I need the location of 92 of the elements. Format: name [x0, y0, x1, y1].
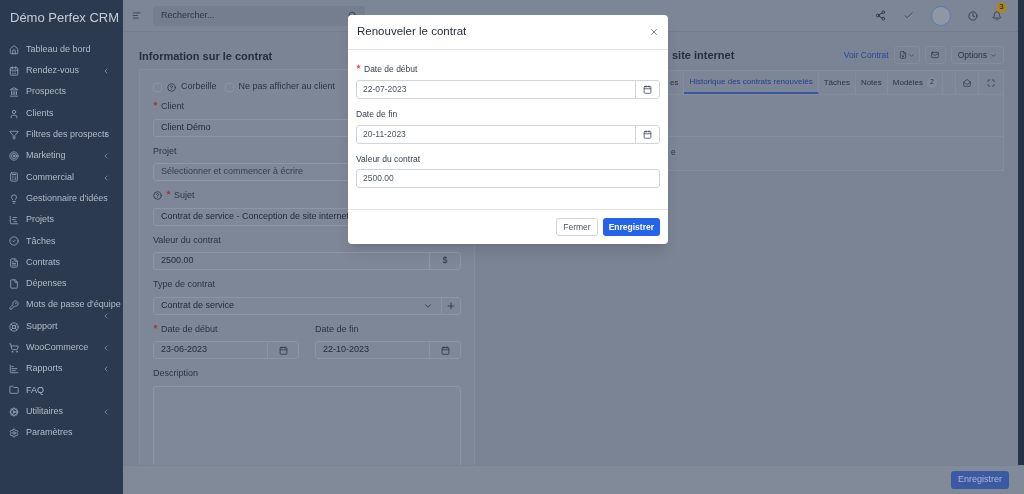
calendar-icon[interactable]: [440, 345, 450, 355]
brand-title: Démo Perfex CRM: [9, 9, 121, 28]
key-icon: [9, 300, 19, 311]
section-title: Information sur le contrat: [139, 49, 274, 62]
save-button[interactable]: Enregistrer: [602, 218, 660, 237]
contract-title: site internet: [672, 47, 735, 63]
settings-icon: [9, 428, 19, 438]
text-input[interactable]: 2500.00: [356, 169, 660, 189]
pdf-dropdown-button[interactable]: [893, 46, 920, 64]
document-icon: [9, 257, 19, 268]
sidebar-item[interactable]: Commercial: [0, 166, 123, 189]
notification-badge: 3: [996, 1, 1007, 13]
chart-icon: [9, 215, 19, 225]
sidebar-item[interactable]: Marketing: [0, 145, 123, 167]
cart-icon: [9, 342, 19, 353]
email-button[interactable]: [924, 46, 946, 64]
menu-icon[interactable]: [132, 11, 141, 20]
sidebar-item[interactable]: Filtres des prospects: [0, 124, 123, 146]
bank-icon: [9, 87, 19, 98]
date-input[interactable]: 22-07-2023: [356, 79, 660, 99]
field-label: Date de début: [364, 63, 418, 76]
calendar-icon: [9, 65, 19, 76]
chevron-down-icon: [907, 51, 915, 59]
field-label: Date de fin: [315, 322, 359, 336]
expand-icon[interactable]: [987, 78, 995, 87]
calendar-icon[interactable]: [643, 84, 652, 94]
share-icon[interactable]: [875, 10, 886, 21]
start-date-input[interactable]: 23-06-2023: [153, 341, 299, 359]
field-label: Description: [153, 367, 200, 380]
calculator-icon: [9, 172, 19, 183]
field-label: Valeur du contrat: [356, 152, 421, 166]
lifebuoy-icon: [9, 321, 19, 332]
bar-chart-icon: [9, 364, 19, 375]
calendar-icon[interactable]: [278, 345, 288, 355]
sidebar-item[interactable]: Contrats: [0, 251, 123, 274]
help-icon: [153, 191, 162, 201]
field-label: Date de début: [161, 322, 218, 336]
sidebar-item[interactable]: Rapports: [0, 358, 123, 380]
tab[interactable]: Notes: [855, 71, 888, 94]
tab[interactable]: Tâches: [818, 71, 856, 94]
checkbox-label: Ne pas afficher au client: [238, 80, 335, 94]
options-button[interactable]: Options: [950, 46, 1004, 64]
check-icon[interactable]: [903, 10, 914, 21]
folder-icon: [9, 385, 19, 396]
field-label: Type de contrat: [153, 278, 216, 291]
sidebar-item[interactable]: Rendez-vous: [0, 60, 123, 82]
date-input[interactable]: 20-11-2023: [356, 124, 660, 144]
target-icon: [9, 151, 19, 162]
sidebar-item[interactable]: Support: [0, 315, 123, 338]
sidebar-item[interactable]: Paramètres: [0, 422, 123, 444]
end-date-input[interactable]: 22-10-2023: [315, 341, 461, 359]
modal-title: Renouveler le contrat: [357, 24, 467, 40]
sidebar-item[interactable]: Utilitaires: [0, 401, 123, 423]
sidebar-item[interactable]: Gestionnaire d'idées: [0, 188, 123, 210]
contract-type-select[interactable]: Contrat de service: [153, 296, 461, 315]
currency-addon: $: [429, 253, 460, 269]
field-label: Projet: [153, 144, 177, 158]
field-label: Sujet: [174, 189, 195, 202]
bell-icon[interactable]: [992, 10, 1002, 21]
check-circle-icon: [9, 236, 19, 247]
avatar[interactable]: [931, 5, 951, 26]
file-icon: [9, 278, 19, 289]
sidebar-item[interactable]: Prospects: [0, 81, 123, 103]
mail-icon[interactable]: [963, 78, 971, 87]
sidebar-item[interactable]: FAQ: [0, 379, 123, 402]
close-button[interactable]: Fermer: [556, 218, 598, 237]
amount-input[interactable]: 2500.00 $: [153, 252, 461, 270]
save-button[interactable]: Enregistrer: [951, 471, 1009, 489]
sidebar-item[interactable]: Mots de passe d'équipe: [0, 294, 123, 316]
sidebar-item[interactable]: Clients: [0, 102, 123, 125]
mail-icon: [931, 51, 940, 59]
sidebar-item[interactable]: WooCommerce: [0, 337, 123, 359]
field-label: Client: [161, 100, 184, 113]
user-icon: [9, 108, 19, 119]
checkbox-label: Corbeille: [181, 80, 217, 94]
home-icon: [9, 44, 19, 55]
plus-icon[interactable]: [446, 300, 456, 311]
field-label: Date de fin: [356, 107, 398, 121]
gears-icon: [9, 406, 19, 417]
funnel-icon: [9, 129, 19, 140]
calendar-icon[interactable]: [643, 129, 652, 139]
lightbulb-icon: [9, 193, 19, 204]
sidebar-item[interactable]: Tableau de bord: [0, 39, 123, 61]
file-icon: [898, 51, 907, 59]
close-icon[interactable]: [649, 27, 659, 37]
clock-icon[interactable]: [968, 10, 978, 21]
field-label: Valeur du contrat: [153, 233, 221, 247]
chevron-down-icon: [990, 51, 997, 59]
table-cell-text: e: [670, 146, 677, 159]
sidebar-item[interactable]: Tâches: [0, 230, 123, 252]
sidebar-item[interactable]: Projets: [0, 209, 123, 231]
sidebar-item[interactable]: Dépenses: [0, 273, 123, 295]
